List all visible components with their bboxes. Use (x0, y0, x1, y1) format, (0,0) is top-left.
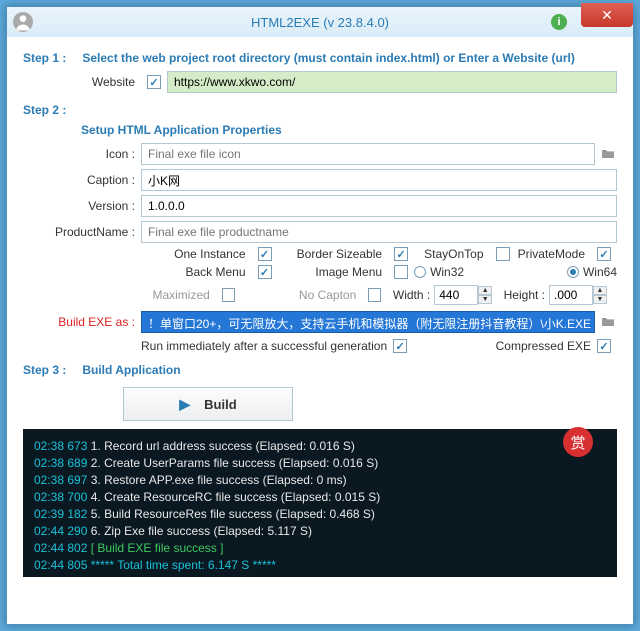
close-button[interactable]: ✕ (581, 3, 633, 27)
options-row-1: One Instance Border Sizeable StayOnTop P… (141, 247, 617, 261)
back-menu-label: Back Menu (141, 265, 252, 279)
step1-desc: Select the web project root directory (m… (82, 51, 575, 65)
run-immediately-label: Run immediately after a successful gener… (141, 339, 387, 353)
stay-on-top-checkbox[interactable] (496, 247, 510, 261)
window-title: HTML2EXE (v 23.8.4.0) (251, 15, 389, 30)
private-mode-label: PrivateMode (516, 247, 591, 261)
console-output: 02:38 673 1. Record url address success … (23, 429, 617, 577)
icon-browse-icon[interactable] (599, 146, 617, 162)
website-input[interactable] (167, 71, 617, 93)
width-up-icon[interactable]: ▲ (478, 286, 492, 295)
width-down-icon[interactable]: ▼ (478, 295, 492, 304)
win64-label: Win64 (583, 265, 617, 279)
run-immediately-checkbox[interactable] (393, 339, 407, 353)
titlebar: HTML2EXE (v 23.8.4.0) i ✕ (7, 7, 633, 37)
product-label: ProductName : (23, 225, 141, 239)
icon-input[interactable] (141, 143, 595, 165)
post-build-row: Run immediately after a successful gener… (141, 339, 617, 353)
height-down-icon[interactable]: ▼ (593, 295, 607, 304)
win32-label: Win32 (430, 265, 464, 279)
content-area: Step 1 : Select the web project root dir… (7, 37, 633, 585)
build-as-label: Build EXE as : (23, 315, 141, 329)
play-icon: ▶ (179, 396, 190, 413)
app-window: HTML2EXE (v 23.8.4.0) i ✕ Step 1 : Selec… (6, 6, 634, 625)
height-label: Height : (502, 288, 549, 302)
step3-header: Step 3 : Build Application (23, 363, 617, 377)
image-menu-checkbox[interactable] (394, 265, 408, 279)
one-instance-checkbox[interactable] (258, 247, 272, 261)
border-sizeable-label: Border Sizeable (278, 247, 389, 261)
dimensions-row: Maximized No Capton Width : ▲▼ Height : … (141, 285, 617, 305)
build-as-input[interactable]: ！单窗口20+，可无限放大，支持云手机和模拟器（附无限注册抖音教程）\小K.EX… (141, 311, 595, 333)
caption-input[interactable] (141, 169, 617, 191)
website-checkbox[interactable] (147, 75, 161, 89)
step1-label: Step 1 : (23, 51, 79, 65)
border-sizeable-checkbox[interactable] (394, 247, 408, 261)
reward-button[interactable]: 赏 (563, 427, 593, 457)
info-icon[interactable]: i (551, 14, 567, 30)
step2-label: Step 2 : (23, 103, 79, 117)
version-input[interactable] (141, 195, 617, 217)
back-menu-checkbox[interactable] (258, 265, 272, 279)
step3-label: Step 3 : (23, 363, 79, 377)
width-label: Width : (387, 288, 434, 302)
website-label: Website (23, 75, 141, 89)
win32-radio[interactable] (414, 266, 426, 278)
compressed-exe-checkbox[interactable] (597, 339, 611, 353)
compressed-exe-label: Compressed EXE (496, 339, 591, 353)
win64-radio[interactable] (567, 266, 579, 278)
step2-subtitle: Setup HTML Application Properties (81, 123, 617, 137)
maximized-checkbox[interactable] (222, 288, 235, 302)
one-instance-label: One Instance (141, 247, 252, 261)
build-as-browse-icon[interactable] (599, 314, 617, 330)
build-button-label: Build (204, 397, 237, 412)
step3-desc: Build Application (82, 363, 180, 377)
height-up-icon[interactable]: ▲ (593, 286, 607, 295)
options-row-2: Back Menu Image Menu Win32 Win64 (141, 265, 617, 279)
width-input[interactable] (434, 285, 478, 305)
product-input[interactable] (141, 221, 617, 243)
stay-on-top-label: StayOnTop (414, 247, 489, 261)
no-caption-checkbox[interactable] (368, 288, 381, 302)
version-label: Version : (23, 199, 141, 213)
maximized-label: Maximized (141, 288, 216, 302)
height-input[interactable] (549, 285, 593, 305)
no-caption-label: No Capton (241, 288, 362, 302)
caption-label: Caption : (23, 173, 141, 187)
step2-header: Step 2 : (23, 103, 617, 117)
step1-header: Step 1 : Select the web project root dir… (23, 51, 617, 65)
image-menu-label: Image Menu (278, 265, 389, 279)
build-button[interactable]: ▶ Build (123, 387, 293, 421)
icon-label: Icon : (23, 147, 141, 161)
private-mode-checkbox[interactable] (597, 247, 611, 261)
avatar-icon (13, 12, 33, 32)
